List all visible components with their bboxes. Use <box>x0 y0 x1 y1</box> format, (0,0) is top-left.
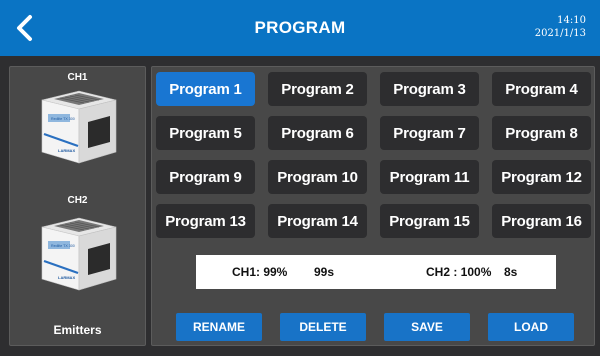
ch1-label: CH1 <box>67 72 88 83</box>
emitters-label: Emitters <box>53 323 102 337</box>
emitter-device-ch1[interactable]: Redlite TX 300 LARMAX <box>34 86 124 166</box>
program-button-12[interactable]: Program 12 <box>492 160 591 194</box>
program-button-2[interactable]: Program 2 <box>268 72 367 106</box>
header-bar: PROGRAM 14:10 2021/1/13 <box>0 0 600 56</box>
program-button-9[interactable]: Program 9 <box>156 160 255 194</box>
program-grid: Program 1 Program 2 Program 3 Program 4 Prog… <box>156 72 591 238</box>
rename-button[interactable]: RENAME <box>176 313 262 341</box>
device-logo-text: LARMAX <box>58 148 75 153</box>
ch2-time: 8s <box>504 265 518 279</box>
emitter-device-ch2[interactable]: Redlite TX 300 LARMAX <box>34 213 124 293</box>
page-title: PROGRAM <box>254 18 346 37</box>
device-brand-text: Redlite TX 300 <box>51 244 75 248</box>
program-button-5[interactable]: Program 5 <box>156 116 255 150</box>
save-button[interactable]: SAVE <box>384 313 470 341</box>
program-panel: Program 1 Program 2 Program 3 Program 4 Prog… <box>151 66 595 346</box>
program-button-11[interactable]: Program 11 <box>380 160 479 194</box>
program-button-16[interactable]: Program 16 <box>492 204 591 238</box>
program-button-8[interactable]: Program 8 <box>492 116 591 150</box>
program-button-13[interactable]: Program 13 <box>156 204 255 238</box>
clock-date: 2021/1/13 <box>534 28 586 39</box>
program-button-6[interactable]: Program 6 <box>268 116 367 150</box>
status-box: CH1: 99% 99s CH2 : 100% 8s <box>196 255 556 289</box>
ch1-power: CH1: 99% <box>232 265 288 279</box>
program-button-7[interactable]: Program 7 <box>380 116 479 150</box>
load-button[interactable]: LOAD <box>488 313 574 341</box>
ch1-time: 99s <box>314 265 335 279</box>
clock-time: 14:10 <box>557 15 586 26</box>
device-logo-text: LARMAX <box>58 275 75 280</box>
ch2-power: CH2 : 100% <box>426 265 492 279</box>
program-button-1[interactable]: Program 1 <box>156 72 255 106</box>
channel-panel: CH1 Redlite TX 300 LARMAX CH2 Redlite TX… <box>9 66 146 346</box>
program-button-10[interactable]: Program 10 <box>268 160 367 194</box>
program-button-15[interactable]: Program 15 <box>380 204 479 238</box>
program-button-3[interactable]: Program 3 <box>380 72 479 106</box>
device-brand-text: Redlite TX 300 <box>51 117 75 121</box>
program-button-4[interactable]: Program 4 <box>492 72 591 106</box>
clock: 14:10 2021/1/13 <box>535 14 586 40</box>
program-button-14[interactable]: Program 14 <box>268 204 367 238</box>
ch2-label: CH2 <box>67 195 88 206</box>
delete-button[interactable]: DELETE <box>280 313 366 341</box>
